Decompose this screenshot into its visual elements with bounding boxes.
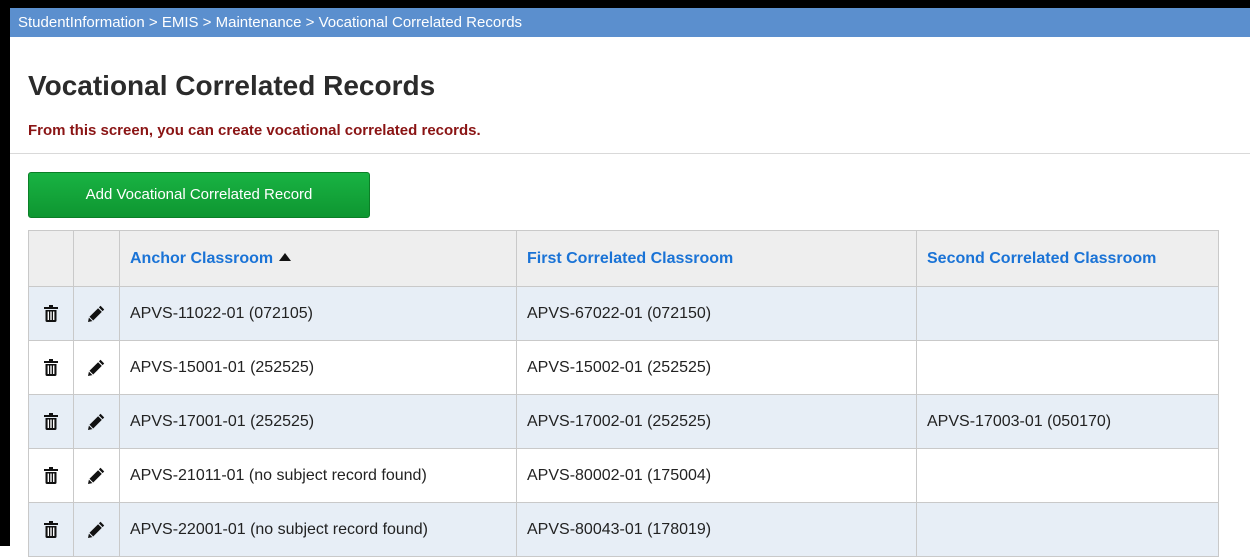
first-correlated-classroom-cell: APVS-17002-01 (252525) [516, 394, 917, 449]
correlated-records-table: Anchor Classroom First Correlated Classr… [28, 230, 1219, 557]
first-correlated-classroom-cell: APVS-80002-01 (175004) [516, 448, 917, 503]
pencil-icon[interactable] [88, 305, 105, 322]
column-header-anchor-classroom[interactable]: Anchor Classroom [119, 230, 517, 287]
sort-second-correlated-classroom-link[interactable]: Second Correlated Classroom [927, 250, 1156, 267]
edit-cell[interactable] [73, 448, 120, 503]
page-title: Vocational Correlated Records [28, 70, 436, 101]
divider [10, 153, 1250, 154]
pencil-icon[interactable] [88, 413, 105, 430]
table-row: APVS-21011-01 (no subject record found) … [28, 448, 1219, 503]
breadcrumb[interactable]: StudentInformation > EMIS > Maintenance … [10, 8, 1250, 37]
edit-cell[interactable] [73, 286, 120, 341]
second-correlated-classroom-cell [916, 340, 1219, 395]
second-correlated-classroom-cell [916, 502, 1219, 557]
table-header-row: Anchor Classroom First Correlated Classr… [28, 230, 1219, 287]
first-correlated-classroom-cell: APVS-67022-01 (072150) [516, 286, 917, 341]
first-correlated-classroom-cell: APVS-80043-01 (178019) [516, 502, 917, 557]
table-row: APVS-15001-01 (252525) APVS-15002-01 (25… [28, 340, 1219, 395]
edit-cell[interactable] [73, 394, 120, 449]
anchor-classroom-cell: APVS-11022-01 (072105) [119, 286, 517, 341]
anchor-classroom-cell: APVS-17001-01 (252525) [119, 394, 517, 449]
trash-icon[interactable] [44, 359, 58, 376]
pencil-icon[interactable] [88, 359, 105, 376]
second-correlated-classroom-cell: APVS-17003-01 (050170) [916, 394, 1219, 449]
table-row: APVS-22001-01 (no subject record found) … [28, 502, 1219, 557]
window-top-border [0, 0, 1250, 8]
trash-icon[interactable] [44, 521, 58, 538]
delete-column-header [28, 230, 74, 287]
edit-cell[interactable] [73, 502, 120, 557]
trash-icon[interactable] [44, 305, 58, 322]
sort-anchor-classroom-link[interactable]: Anchor Classroom [130, 250, 273, 267]
second-correlated-classroom-cell [916, 286, 1219, 341]
pencil-icon[interactable] [88, 467, 105, 484]
edit-column-header [73, 230, 120, 287]
delete-cell[interactable] [28, 502, 74, 557]
table-row: APVS-17001-01 (252525) APVS-17002-01 (25… [28, 394, 1219, 449]
anchor-classroom-cell: APVS-21011-01 (no subject record found) [119, 448, 517, 503]
delete-cell[interactable] [28, 286, 74, 341]
sort-first-correlated-classroom-link[interactable]: First Correlated Classroom [527, 250, 733, 267]
page-description: From this screen, you can create vocatio… [28, 122, 481, 139]
edit-cell[interactable] [73, 340, 120, 395]
add-vocational-correlated-record-button[interactable]: Add Vocational Correlated Record [28, 172, 370, 218]
first-correlated-classroom-cell: APVS-15002-01 (252525) [516, 340, 917, 395]
pencil-icon[interactable] [88, 521, 105, 538]
window-left-border [0, 0, 10, 546]
column-header-first-correlated-classroom[interactable]: First Correlated Classroom [516, 230, 917, 287]
delete-cell[interactable] [28, 394, 74, 449]
anchor-classroom-cell: APVS-22001-01 (no subject record found) [119, 502, 517, 557]
column-header-second-correlated-classroom[interactable]: Second Correlated Classroom [916, 230, 1219, 287]
delete-cell[interactable] [28, 340, 74, 395]
sort-ascending-icon [279, 252, 292, 261]
table-row: APVS-11022-01 (072105) APVS-67022-01 (07… [28, 286, 1219, 341]
second-correlated-classroom-cell [916, 448, 1219, 503]
delete-cell[interactable] [28, 448, 74, 503]
trash-icon[interactable] [44, 413, 58, 430]
trash-icon[interactable] [44, 467, 58, 484]
anchor-classroom-cell: APVS-15001-01 (252525) [119, 340, 517, 395]
